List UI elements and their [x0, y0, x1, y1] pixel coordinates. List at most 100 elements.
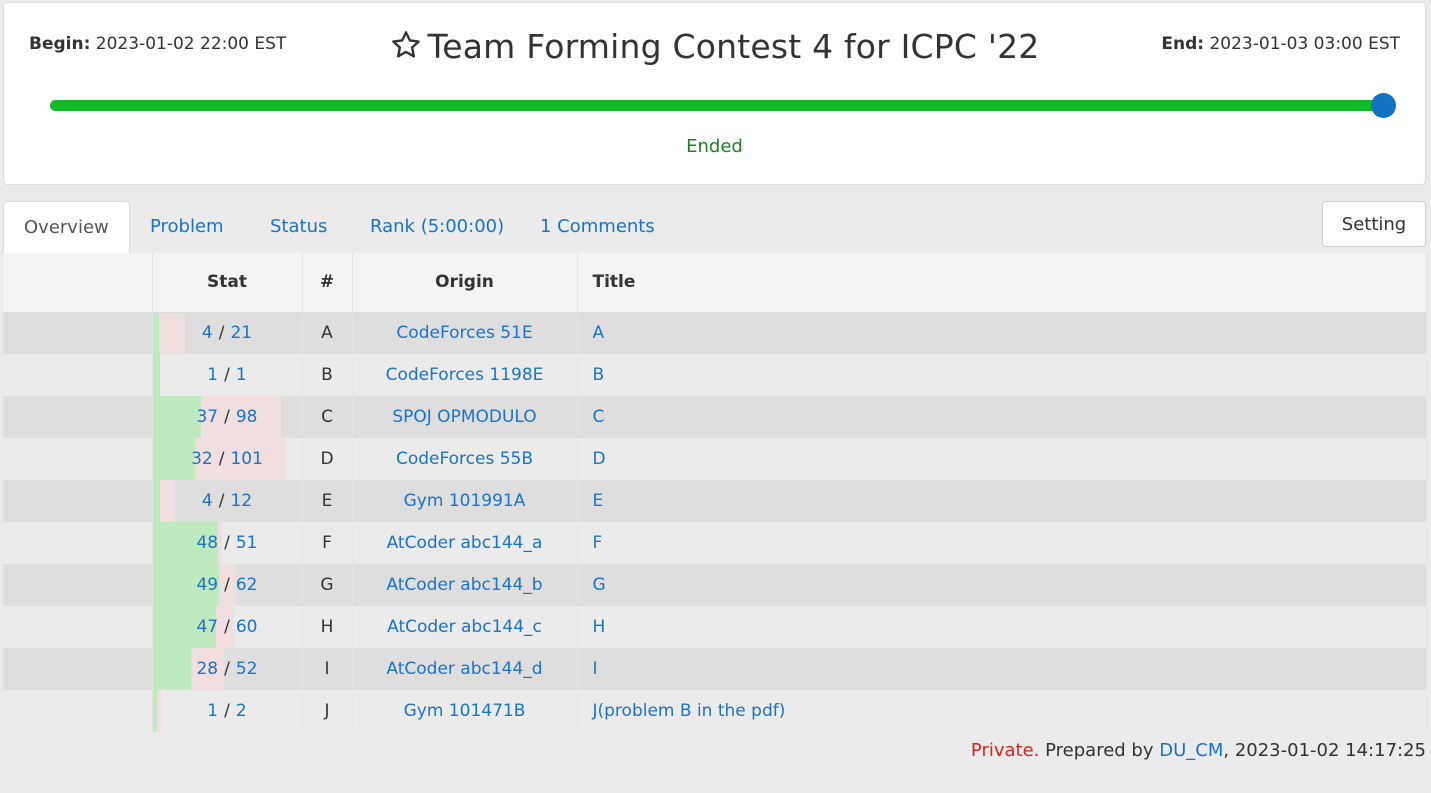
stat-total-link[interactable]: 62	[236, 575, 258, 595]
stat-total-link[interactable]: 101	[230, 449, 262, 469]
table-row: 47 / 60 H AtCoder abc144_c H	[3, 606, 1427, 648]
stat-cell: 4/21	[152, 312, 303, 354]
author-link[interactable]: DU_CM	[1159, 740, 1223, 761]
row-blank	[3, 312, 153, 354]
origin-link[interactable]: AtCoder abc144_b	[386, 575, 542, 595]
stat-accepted-link[interactable]: 32	[191, 449, 213, 469]
tab-comments[interactable]: 1 Comments	[520, 201, 675, 253]
stat-cell: 47 / 60	[152, 606, 303, 648]
created-timestamp: , 2023-01-02 14:17:25	[1223, 740, 1426, 761]
stat-cell: 1 / 2	[152, 690, 303, 732]
stat-text: 4/12	[202, 491, 252, 511]
problem-num: A	[302, 312, 353, 354]
stat-text: 47 / 60	[196, 617, 257, 637]
table-header-row: Stat # Origin Title	[3, 253, 1427, 313]
star-outline-icon[interactable]	[390, 29, 422, 69]
stat-total-link[interactable]: 2	[236, 701, 247, 721]
origin-cell: AtCoder abc144_a	[352, 522, 578, 564]
stat-text: 1 / 2	[207, 701, 246, 721]
origin-link[interactable]: AtCoder abc144_c	[387, 617, 542, 637]
table-row: 4/21 A CodeForces 51E A	[3, 312, 1427, 354]
stat-bar-accepted	[152, 438, 195, 480]
problem-num: H	[302, 606, 353, 648]
stat-cell: 28 / 52	[152, 648, 303, 690]
problem-num: I	[302, 648, 353, 690]
stat-cell: 4/12	[152, 480, 303, 522]
origin-link[interactable]: AtCoder abc144_d	[386, 659, 542, 679]
row-blank	[3, 354, 153, 396]
row-blank	[3, 564, 153, 606]
problem-title-link[interactable]: D	[593, 449, 606, 469]
private-label: Private.	[970, 740, 1040, 761]
stat-bar-accepted	[152, 648, 191, 690]
problem-title-link[interactable]: G	[593, 575, 606, 595]
progress-knob[interactable]	[1371, 93, 1396, 118]
origin-link[interactable]: CodeForces 51E	[396, 323, 532, 343]
stat-separator: /	[224, 575, 230, 595]
progress-fill	[50, 100, 1383, 111]
stat-accepted-link[interactable]: 1	[207, 365, 218, 385]
origin-link[interactable]: CodeForces 1198E	[386, 365, 544, 385]
problem-title-link[interactable]: E	[593, 491, 604, 511]
row-blank	[3, 522, 153, 564]
origin-cell: Gym 101471B	[352, 690, 578, 732]
contest-end: End: 2023-01-03 03:00 EST	[1161, 34, 1400, 54]
end-value: 2023-01-03 03:00 EST	[1209, 34, 1400, 54]
tab-problem[interactable]: Problem	[130, 201, 244, 253]
stat-total-link[interactable]: 21	[230, 323, 252, 343]
origin-link[interactable]: CodeForces 55B	[396, 449, 533, 469]
stat-accepted-link[interactable]: 1	[207, 701, 218, 721]
origin-link[interactable]: Gym 101471B	[404, 701, 526, 721]
problem-title-link[interactable]: H	[593, 617, 606, 637]
problem-title-link[interactable]: C	[593, 407, 605, 427]
problem-num: D	[302, 438, 353, 480]
stat-accepted-link[interactable]: 48	[196, 533, 218, 553]
origin-link[interactable]: SPOJ OPMODULO	[392, 407, 536, 427]
stat-bar-accepted	[152, 480, 160, 522]
problem-title-link[interactable]: I	[593, 659, 598, 679]
problem-table: Stat # Origin Title 4/21 A CodeForces 51E A…	[3, 253, 1427, 732]
problem-title-link[interactable]: A	[593, 323, 605, 343]
tab-status[interactable]: Status	[250, 201, 347, 253]
stat-total-link[interactable]: 60	[236, 617, 258, 637]
header-blank	[3, 253, 153, 313]
row-blank	[3, 648, 153, 690]
header-stat: Stat	[152, 253, 303, 313]
stat-accepted-link[interactable]: 4	[202, 491, 213, 511]
stat-separator: /	[218, 323, 225, 344]
row-blank	[3, 438, 153, 480]
tab-overview[interactable]: Overview	[3, 201, 130, 254]
title-cell: H	[577, 606, 1427, 648]
stat-total-link[interactable]: 12	[230, 491, 252, 511]
contest-header: Begin: 2023-01-02 22:00 EST Team Forming…	[3, 2, 1426, 185]
stat-cell: 49 / 62	[152, 564, 303, 606]
title-cell: G	[577, 564, 1427, 606]
stat-bar-accepted	[152, 312, 159, 354]
contest-tabs: Overview Problem Status Rank (5:00:00) 1…	[3, 201, 1426, 254]
title-cell: J(problem B in the pdf)	[577, 690, 1427, 732]
setting-button[interactable]: Setting	[1322, 201, 1426, 247]
stat-accepted-link[interactable]: 28	[196, 659, 218, 679]
stat-accepted-link[interactable]: 47	[196, 617, 218, 637]
origin-link[interactable]: Gym 101991A	[404, 491, 526, 511]
problem-title-link[interactable]: J(problem B in the pdf)	[593, 701, 786, 721]
problem-num: B	[302, 354, 353, 396]
stat-total-link[interactable]: 1	[236, 365, 247, 385]
table-row: 37 / 98 C SPOJ OPMODULO C	[3, 396, 1427, 438]
problem-title-link[interactable]: B	[593, 365, 605, 385]
origin-link[interactable]: AtCoder abc144_a	[387, 533, 543, 553]
stat-total-link[interactable]: 98	[236, 407, 258, 427]
problem-title-link[interactable]: F	[593, 533, 603, 553]
stat-text: 1 / 1	[207, 365, 246, 385]
stat-bar-accepted	[152, 690, 157, 732]
header-num: #	[302, 253, 353, 313]
header-title: Title	[577, 253, 1427, 313]
stat-separator: /	[224, 617, 230, 637]
stat-accepted-link[interactable]: 37	[196, 407, 218, 427]
title-cell: A	[577, 312, 1427, 354]
stat-accepted-link[interactable]: 4	[202, 323, 213, 343]
tab-rank[interactable]: Rank (5:00:00)	[350, 201, 524, 253]
stat-total-link[interactable]: 51	[236, 533, 258, 553]
stat-accepted-link[interactable]: 49	[196, 575, 218, 595]
stat-total-link[interactable]: 52	[236, 659, 258, 679]
